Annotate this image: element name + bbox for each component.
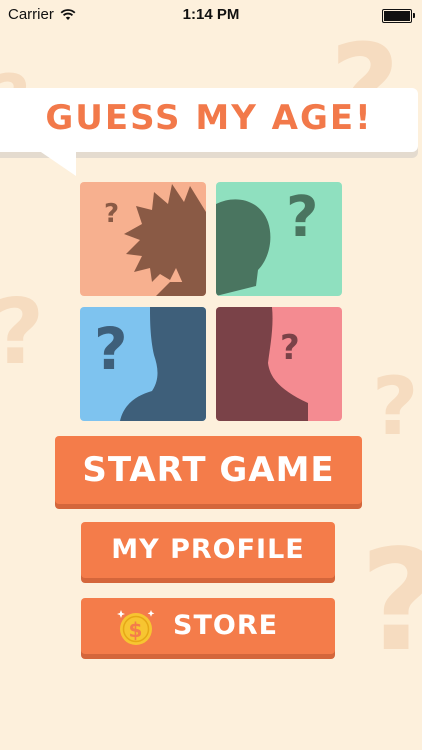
silhouette-short-hair-icon: ? xyxy=(216,182,342,296)
status-bar: Carrier 1:14 PM xyxy=(0,0,422,30)
svg-text:?: ? xyxy=(104,199,119,229)
status-time: 1:14 PM xyxy=(182,6,240,23)
tile-bottom-right: ? xyxy=(216,307,342,421)
bg-question-icon: ? xyxy=(360,520,422,683)
svg-text:$: $ xyxy=(129,618,144,642)
bg-question-icon: ? xyxy=(0,280,44,385)
banner-body: GUESS MY AGE! xyxy=(0,88,418,152)
tile-top-left: ? xyxy=(80,182,206,296)
svg-text:?: ? xyxy=(280,328,300,368)
banner-tail xyxy=(38,150,76,176)
my-profile-button[interactable]: MY PROFILE xyxy=(81,522,335,578)
battery-icon xyxy=(382,9,415,23)
tile-bottom-left: ? xyxy=(80,307,206,421)
bg-question-icon: ? xyxy=(372,360,419,453)
svg-text:?: ? xyxy=(286,185,318,250)
title-banner: GUESS MY AGE! xyxy=(0,88,418,176)
start-game-button[interactable]: START GAME xyxy=(55,436,362,504)
tile-top-right: ? xyxy=(216,182,342,296)
coin-icon: $ xyxy=(117,610,155,645)
silhouette-spiky-hair-icon: ? xyxy=(80,182,206,296)
store-label: STORE xyxy=(173,610,279,641)
silhouette-bald-icon: ? xyxy=(80,307,206,421)
app-title: GUESS MY AGE! xyxy=(45,98,373,138)
svg-text:?: ? xyxy=(94,315,128,383)
silhouette-female-icon: ? xyxy=(216,307,342,421)
store-button[interactable]: $ STORE xyxy=(81,598,335,654)
